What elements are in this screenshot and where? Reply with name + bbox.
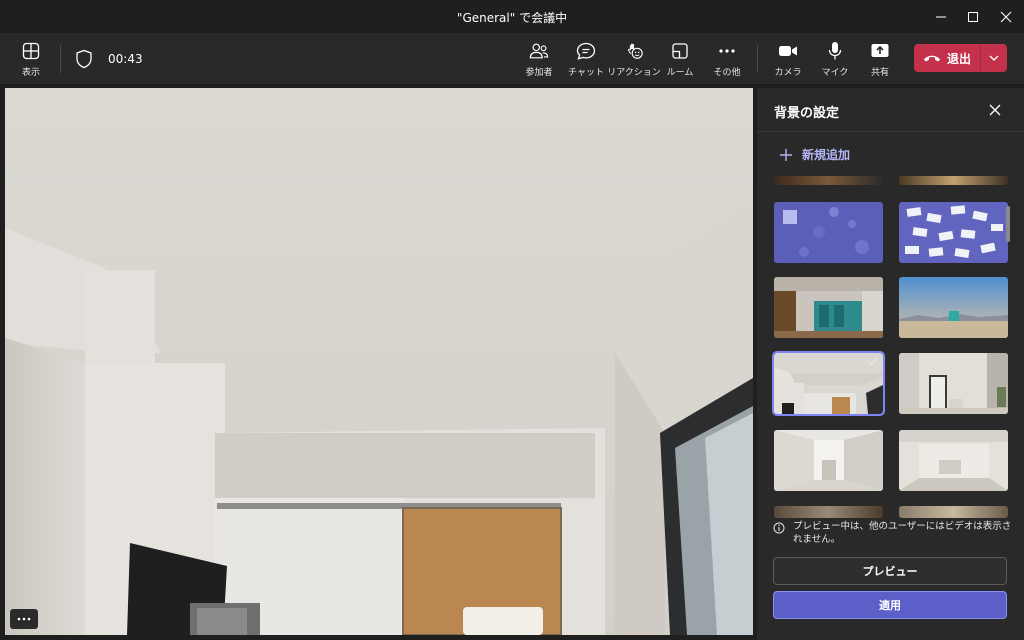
background-thumbnail[interactable] (774, 176, 883, 185)
ellipsis-icon (17, 617, 31, 621)
camera-button[interactable]: カメラ (772, 37, 804, 81)
chat-icon (576, 42, 596, 60)
share-button[interactable]: 共有 (864, 37, 896, 81)
participants-label: 参加者 (525, 68, 553, 78)
background-thumbnail[interactable] (774, 506, 883, 518)
mic-label: マイク (821, 68, 849, 78)
participants-button[interactable]: 参加者 (520, 37, 558, 81)
chat-button[interactable]: チャット (567, 37, 605, 81)
add-new-background-button[interactable]: 新規追加 (779, 146, 850, 163)
video-preview (5, 88, 753, 635)
panel-close-button[interactable] (985, 100, 1005, 120)
add-new-label: 新規追加 (802, 148, 851, 162)
background-thumbnail[interactable] (899, 353, 1008, 414)
background-settings-panel: 背景の設定 新規追加 プレビュー中は、他のユーザーにはビデオは表示されません。 … (757, 88, 1024, 640)
leave-options-dropdown[interactable] (981, 44, 1007, 72)
people-icon (529, 43, 549, 59)
leave-button[interactable]: 退出 (914, 44, 980, 72)
leave-label: 退出 (946, 51, 971, 66)
plus-icon (780, 148, 792, 161)
reactions-button[interactable]: リアクション (607, 37, 661, 81)
chevron-down-icon (989, 55, 999, 61)
reaction-emoji-icon (628, 43, 643, 59)
rooms-label: ルーム (666, 68, 694, 78)
background-thumbnail[interactable] (899, 430, 1008, 491)
panel-title: 背景の設定 (774, 106, 840, 121)
more-horizontal-icon (719, 49, 735, 53)
more-label: その他 (713, 68, 741, 78)
background-thumbnail[interactable] (899, 202, 1008, 263)
preview-note-text: プレビュー中は、他のユーザーにはビデオは表示されません。 (793, 521, 1012, 545)
preview-button[interactable]: プレビュー (773, 557, 1007, 585)
toolbar-divider (757, 45, 758, 73)
meeting-timer: 00:43 (108, 52, 143, 66)
background-thumbnail[interactable] (774, 430, 883, 491)
checkmark-icon (867, 356, 879, 366)
chat-label: チャット (568, 68, 604, 78)
background-thumbnail[interactable] (899, 506, 1008, 518)
camera-label: カメラ (774, 68, 802, 78)
window-title: "General" で会議中 (456, 11, 568, 25)
share-label: 共有 (870, 68, 889, 78)
view-label: 表示 (21, 68, 40, 78)
background-thumbnail-selected[interactable] (772, 351, 885, 416)
camera-icon (779, 46, 797, 56)
share-screen-icon (871, 44, 889, 57)
hang-up-icon (923, 55, 940, 62)
title-bar: "General" で会議中 (0, 0, 1024, 33)
shield-icon[interactable] (75, 49, 93, 73)
microphone-icon (828, 42, 842, 60)
video-more-button[interactable] (10, 609, 38, 629)
background-thumbnail[interactable] (899, 277, 1008, 338)
toolbar-divider (60, 45, 61, 73)
apply-button[interactable]: 適用 (773, 591, 1007, 619)
microphone-button[interactable]: マイク (819, 37, 851, 81)
room-background-image (5, 88, 753, 635)
breakout-rooms-icon (672, 43, 688, 59)
background-thumbnail[interactable] (774, 277, 883, 338)
close-window-button[interactable] (989, 0, 1023, 33)
maximize-icon (968, 11, 978, 22)
minimize-icon (936, 16, 946, 17)
leave-button-group: 退出 (914, 44, 1007, 72)
view-button[interactable]: 表示 (14, 37, 48, 81)
rooms-button[interactable]: ルーム (665, 37, 695, 81)
grid-view-icon (22, 42, 40, 60)
preview-note: プレビュー中は、他のユーザーにはビデオは表示されません。 (773, 520, 1013, 546)
background-thumbnail[interactable] (899, 176, 1008, 185)
reactions-label: リアクション (607, 68, 661, 78)
close-icon (989, 104, 1001, 116)
background-thumbnail[interactable] (774, 202, 883, 263)
maximize-button[interactable] (956, 0, 990, 33)
meeting-toolbar: 表示 00:43 参加者 チャット リアクション ルーム その他 カメラ マイク… (0, 33, 1024, 85)
panel-scrollbar[interactable] (1006, 206, 1010, 242)
more-options-button[interactable]: その他 (709, 37, 745, 81)
info-icon (773, 522, 785, 534)
panel-header: 背景の設定 (757, 88, 1024, 132)
close-icon (1000, 11, 1012, 22)
minimize-button[interactable] (924, 0, 958, 33)
